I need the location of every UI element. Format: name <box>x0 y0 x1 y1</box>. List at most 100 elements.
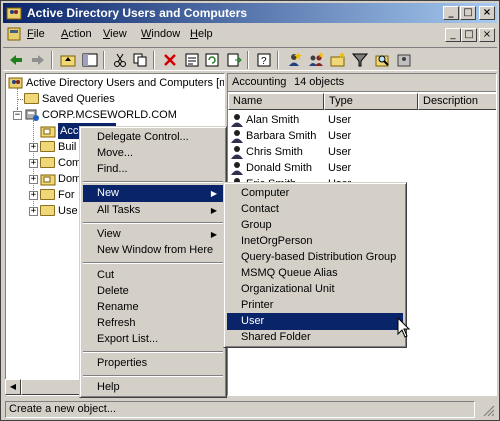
scroll-thumb[interactable] <box>21 379 81 395</box>
toolbar: ? <box>3 47 497 71</box>
tree-item-label: Saved Queries <box>42 93 115 105</box>
scroll-left-arrow-icon[interactable]: ◀ <box>5 379 21 395</box>
domain-icon <box>25 109 39 121</box>
menu-item-refresh[interactable]: Refresh <box>83 315 223 332</box>
menu-item-query-based-distribution-group[interactable]: Query-based Distribution Group <box>227 249 403 266</box>
minimize-button[interactable]: _ <box>443 6 459 20</box>
menu-item-export-list[interactable]: Export List... <box>83 331 223 348</box>
copy-icon[interactable] <box>131 51 149 69</box>
menu-item-find[interactable]: Find... <box>83 161 223 178</box>
menu-item-contact[interactable]: Contact <box>227 201 403 218</box>
menu-item-group[interactable]: Group <box>227 217 403 234</box>
new-submenu: Computer Contact Group InetOrgPerson Que… <box>223 182 407 348</box>
cut-icon[interactable] <box>111 51 129 69</box>
expand-expander[interactable]: + <box>29 143 38 152</box>
menu-item-move[interactable]: Move... <box>83 145 223 162</box>
menu-item-label: All Tasks <box>97 204 141 216</box>
svg-text:?: ? <box>261 56 267 67</box>
folder-icon <box>40 189 55 200</box>
column-header-type[interactable]: Type <box>324 93 418 110</box>
menu-action[interactable]: Action <box>61 28 92 40</box>
menu-item-cut[interactable]: Cut <box>83 267 223 284</box>
maximize-button[interactable]: □ <box>460 6 476 20</box>
menu-separator <box>83 375 223 377</box>
menu-item-printer[interactable]: Printer <box>227 297 403 314</box>
mdi-close-button[interactable]: × <box>479 28 495 42</box>
menu-item-delete[interactable]: Delete <box>83 283 223 300</box>
container-name: Accounting <box>232 76 287 88</box>
menu-item-view[interactable]: View ▶ <box>83 226 223 243</box>
properties-icon[interactable] <box>183 51 201 69</box>
folder-icon <box>40 141 55 152</box>
menu-separator <box>83 262 223 264</box>
help-icon[interactable]: ? <box>255 51 273 69</box>
menu-view[interactable]: View <box>103 28 127 40</box>
menu-item-inetorgperson[interactable]: InetOrgPerson <box>227 233 403 250</box>
back-arrow-icon[interactable] <box>7 51 25 69</box>
mdi-restore-button[interactable]: □ <box>461 28 477 42</box>
menu-item-label: View <box>97 228 121 240</box>
toolbar-separator <box>247 51 249 69</box>
menu-item-shared-folder[interactable]: Shared Folder <box>227 329 403 346</box>
resize-grip-icon[interactable] <box>483 405 495 417</box>
row-name: Donald Smith <box>246 162 313 174</box>
status-text: Create a new object... <box>5 401 475 418</box>
menu-item-rename[interactable]: Rename <box>83 299 223 316</box>
forward-arrow-icon[interactable] <box>29 51 47 69</box>
title-bar[interactable]: Active Directory Users and Computers _ □… <box>3 3 497 23</box>
menu-item-organizational-unit[interactable]: Organizational Unit <box>227 281 403 298</box>
tree-line <box>17 88 18 108</box>
new-user-icon[interactable] <box>285 51 303 69</box>
show-hide-tree-icon[interactable] <box>81 51 99 69</box>
menu-item-all-tasks[interactable]: All Tasks ▶ <box>83 202 223 219</box>
row-type: User <box>328 114 352 126</box>
submenu-arrow-icon: ▶ <box>210 189 217 198</box>
row-type: User <box>328 146 352 158</box>
menu-help[interactable]: Help <box>190 28 213 40</box>
menu-item-user[interactable]: User <box>227 313 403 330</box>
tree-root-label: Active Directory Users and Computers [mc… <box>26 77 225 89</box>
menu-item-msmq-queue-alias[interactable]: MSMQ Queue Alias <box>227 265 403 282</box>
column-header-description[interactable]: Description <box>418 93 496 110</box>
menu-item-computer[interactable]: Computer <box>227 185 403 202</box>
ou-folder-icon <box>40 174 56 186</box>
new-group-icon[interactable] <box>307 51 325 69</box>
status-bar: Create a new object... <box>3 399 497 419</box>
up-folder-icon[interactable] <box>59 51 77 69</box>
expand-expander[interactable]: + <box>29 191 38 200</box>
filter-icon[interactable] <box>351 51 369 69</box>
menu-file[interactable]: File <box>27 28 45 40</box>
row-type: User <box>328 162 352 174</box>
folder-icon <box>40 157 55 168</box>
close-button[interactable]: × <box>479 6 495 20</box>
folder-icon <box>40 205 55 216</box>
menu-item-new[interactable]: New ▶ <box>83 185 223 202</box>
tree-item-label: For <box>58 189 75 201</box>
refresh-icon[interactable] <box>203 51 221 69</box>
mdi-minimize-button[interactable]: _ <box>445 28 461 42</box>
new-ou-icon[interactable] <box>329 51 347 69</box>
window-title: Active Directory Users and Computers <box>27 6 248 20</box>
context-menu: Delegate Control... Move... Find... New … <box>79 126 227 398</box>
add-to-group-icon[interactable] <box>395 51 413 69</box>
expand-expander[interactable]: + <box>29 175 38 184</box>
object-count: 14 objects <box>294 76 345 88</box>
tree-item-label: Dom <box>58 173 82 185</box>
menu-item-properties[interactable]: Properties <box>83 355 223 372</box>
menu-separator <box>83 351 223 353</box>
menu-separator <box>83 222 223 224</box>
column-header-name[interactable]: Name <box>228 93 324 110</box>
ou-folder-icon <box>40 126 56 138</box>
collapse-expander[interactable]: − <box>13 111 22 120</box>
menu-window[interactable]: Window <box>141 28 180 40</box>
console-icon[interactable] <box>7 27 21 41</box>
delete-icon[interactable] <box>161 51 179 69</box>
expand-expander[interactable]: + <box>29 159 38 168</box>
menu-item-help[interactable]: Help <box>83 379 223 396</box>
expand-expander[interactable]: + <box>29 207 38 216</box>
menu-item-delegate-control[interactable]: Delegate Control... <box>83 129 223 146</box>
find-icon[interactable] <box>373 51 391 69</box>
menu-item-new-window[interactable]: New Window from Here <box>83 242 223 259</box>
export-list-icon[interactable] <box>225 51 243 69</box>
tree-item-label: Com <box>58 157 82 169</box>
